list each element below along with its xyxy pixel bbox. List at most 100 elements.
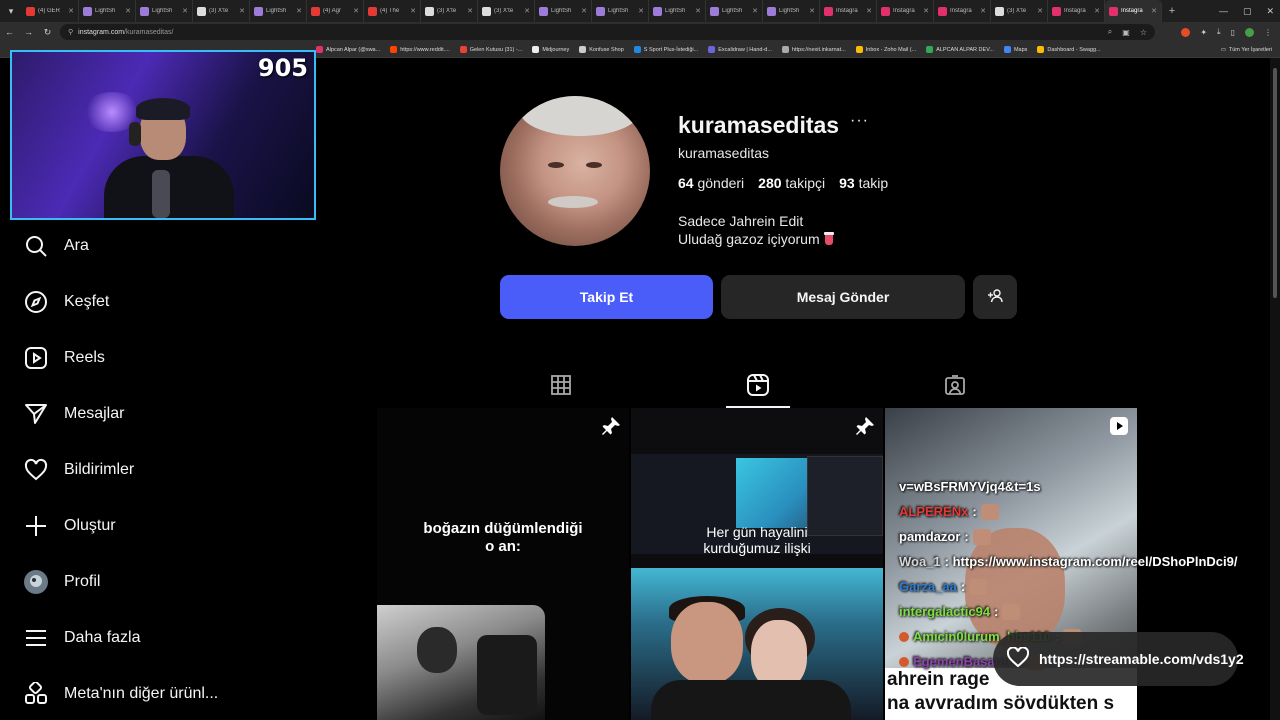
tab-close-icon[interactable]: ✕ [581,7,587,15]
browser-tab[interactable]: LightSh ✕ [535,0,592,22]
tab-reels[interactable] [726,366,790,408]
posts-count: 64 [678,175,694,191]
tab-close-icon[interactable]: ✕ [1151,7,1157,15]
browser-tab[interactable]: (3) X'te ✕ [193,0,250,22]
bookmark-item[interactable]: https://nexit.inkarnat... [781,46,846,53]
nav-profile[interactable]: Profil [24,562,100,602]
followers-stat[interactable]: 280 takipçi [758,175,825,191]
link-popup[interactable]: https://streamable.com/vds1y2 [993,632,1244,686]
tab-search-icon[interactable]: ▾ [0,0,22,22]
bookmark-item[interactable]: Inbox - Zoho Mail (... [855,46,916,53]
bookmark-item[interactable]: S Sport Plus-İstediği... [633,46,698,53]
address-bar[interactable]: ⚲ instagram.com/kuramaseditas/ ⌕ ▣ ☆ [60,24,1155,40]
install-app-icon[interactable]: ▣ [1122,28,1130,37]
browser-tab[interactable]: Instagra ✕ [820,0,877,22]
tab-close-icon[interactable]: ✕ [809,7,815,15]
following-stat[interactable]: 93 takip [839,175,888,191]
browser-menu-icon[interactable]: ⋮ [1264,28,1272,37]
bookmark-item[interactable]: https://www.reddit.... [390,46,450,53]
tab-close-icon[interactable]: ✕ [410,7,416,15]
back-icon[interactable]: ← [0,27,19,37]
nav-reels[interactable]: Reels [24,338,105,378]
browser-tab[interactable]: LightSh ✕ [706,0,763,22]
bookmark-item[interactable]: Maps [1003,46,1027,53]
nav-create[interactable]: Oluştur [24,506,116,546]
new-tab-button[interactable]: + [1162,5,1182,17]
tab-close-icon[interactable]: ✕ [296,7,302,15]
browser-tab[interactable]: LightSh ✕ [763,0,820,22]
profile-avatar[interactable] [500,96,650,246]
bookmark-item[interactable]: Konfuse Shop [579,46,624,53]
browser-tab[interactable]: Instagra ✕ [934,0,991,22]
nav-notifications[interactable]: Bildirimler [24,450,134,490]
browser-tab[interactable]: LightSh ✕ [136,0,193,22]
nav-more[interactable]: Daha fazla [24,618,141,658]
tab-close-icon[interactable]: ✕ [1094,7,1100,15]
nav-search[interactable]: Ara [24,226,89,266]
tab-close-icon[interactable]: ✕ [752,7,758,15]
send-message-button[interactable]: Mesaj Gönder [721,275,965,319]
tab-close-icon[interactable]: ✕ [239,7,245,15]
send-icon [24,402,48,426]
forward-icon[interactable]: → [19,27,38,37]
nav-messages[interactable]: Mesajlar [24,394,124,434]
tab-close-icon[interactable]: ✕ [68,7,74,15]
nav-explore[interactable]: Keşfet [24,282,109,322]
zoom-icon[interactable]: ⌕ [1108,27,1112,37]
tab-close-icon[interactable]: ✕ [980,7,986,15]
scroll-thumb[interactable] [1273,68,1277,298]
nav-meta-products[interactable]: Meta'nın diğer ürünl... [24,674,218,714]
browser-tab[interactable]: Instagra ✕ [1105,0,1162,22]
reel-post[interactable]: boğazın düğümlendiği o an: [377,408,629,720]
downloads-icon[interactable]: ⤓ [1217,27,1221,37]
close-window-icon[interactable]: ✕ [1266,6,1274,17]
tab-favicon-icon [140,6,149,16]
tab-close-icon[interactable]: ✕ [638,7,644,15]
bookmark-item[interactable]: Alpcan Alpar (@swa... [316,46,380,53]
more-options-icon[interactable]: ··· [850,112,869,130]
browser-tab[interactable]: (3) X'te ✕ [478,0,535,22]
tab-close-icon[interactable]: ✕ [923,7,929,15]
bookmark-star-icon[interactable]: ☆ [1140,28,1147,37]
browser-tab[interactable]: LightSh ✕ [649,0,706,22]
browser-tab[interactable]: Instagra ✕ [1048,0,1105,22]
tab-posts[interactable] [529,366,593,408]
suggested-users-button[interactable] [973,275,1017,319]
browser-tab[interactable]: Instagra ✕ [877,0,934,22]
tab-tagged[interactable] [923,366,987,408]
browser-tab[interactable]: LightSh ✕ [592,0,649,22]
reel-post[interactable]: Her gün hayalini kurduğumuz ilişki [631,408,883,720]
tab-close-icon[interactable]: ✕ [695,7,701,15]
follow-button[interactable]: Takip Et [500,275,713,319]
browser-tab[interactable]: LightSh ✕ [250,0,307,22]
browser-tab[interactable]: (3) X'te ✕ [421,0,478,22]
sidebar-toggle-icon[interactable]: ▯ [1231,28,1235,37]
maximize-icon[interactable]: ▢ [1243,6,1252,17]
avatar-eye [586,162,602,168]
browser-tab[interactable]: (4) GER ✕ [22,0,79,22]
tab-close-icon[interactable]: ✕ [353,7,359,15]
tab-close-icon[interactable]: ✕ [524,7,530,15]
browser-tab[interactable]: (4) Agr ✕ [307,0,364,22]
extensions-puzzle-icon[interactable]: ✦ [1200,28,1207,37]
tab-close-icon[interactable]: ✕ [866,7,872,15]
bookmark-item[interactable]: ALPCAN ALPAR DEV... [926,46,994,53]
all-bookmarks-button[interactable]: ▭ Tüm Yer İşaretleri [1221,42,1272,58]
tab-close-icon[interactable]: ✕ [1037,7,1043,15]
bookmark-item[interactable]: Gelen Kutusu (31) -... [459,46,522,53]
browser-tab[interactable]: LightSh ✕ [79,0,136,22]
browser-tab[interactable]: (3) X'te ✕ [991,0,1048,22]
page-scrollbar[interactable] [1270,58,1280,720]
tab-close-icon[interactable]: ✕ [467,7,473,15]
tab-close-icon[interactable]: ✕ [125,7,131,15]
profile-avatar-icon[interactable] [1245,27,1254,37]
bookmark-item[interactable]: Midjourney [532,46,569,53]
bookmark-item[interactable]: Dashboard - Swagg... [1037,46,1101,53]
bookmark-item[interactable]: Excalidraw | Hand-d... [708,46,772,53]
tab-close-icon[interactable]: ✕ [182,7,188,15]
minimize-icon[interactable]: — [1219,6,1228,16]
extension-icon[interactable] [1181,27,1191,37]
browser-tab[interactable]: (4) The ✕ [364,0,421,22]
reload-icon[interactable]: ↻ [38,27,57,38]
site-info-icon[interactable]: ⚲ [68,28,73,36]
